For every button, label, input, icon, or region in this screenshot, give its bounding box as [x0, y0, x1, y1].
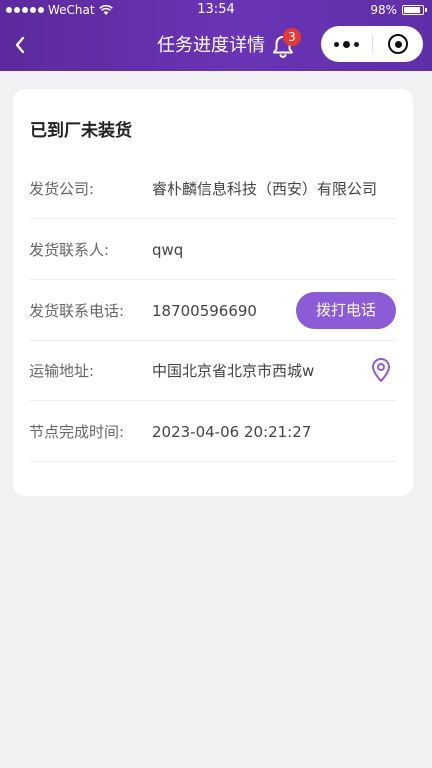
status-bar: WeChat 13:54 98%: [0, 0, 432, 20]
close-mini-program-button[interactable]: [373, 26, 423, 62]
mini-program-capsule: [321, 26, 423, 62]
transport-address-value: 中国北京省北京市西城w: [152, 362, 315, 380]
notification-badge: 3: [283, 28, 301, 46]
status-time: 13:54: [197, 2, 235, 17]
shipper-company-value: 睿朴麟信息科技（西安）有限公司: [152, 180, 378, 198]
shipper-company-label: 发货公司:: [29, 180, 95, 198]
top-header: WeChat 13:54 98% 任务进度详情 3: [0, 0, 432, 71]
node-complete-time-label: 节点完成时间:: [29, 423, 125, 441]
row-transport-address: 运输地址: 中国北京省北京市西城w: [29, 341, 396, 401]
more-dot: [354, 41, 359, 47]
back-button[interactable]: [6, 30, 34, 60]
row-node-complete-time: 节点完成时间: 2023-04-06 20:21:27: [29, 402, 396, 462]
chevron-left-icon: [15, 36, 25, 54]
more-button[interactable]: [321, 26, 372, 62]
call-phone-button[interactable]: 拨打电话: [296, 292, 396, 329]
nav-bar: 任务进度详情 3: [0, 22, 432, 68]
battery-icon: [402, 5, 427, 15]
more-dot: [343, 40, 350, 48]
row-shipper-phone: 发货联系电话: 18700596690 拨打电话: [29, 281, 396, 341]
task-detail-card: 已到厂未装货 发货公司: 睿朴麟信息科技（西安）有限公司 发货联系人: qwq …: [13, 89, 413, 496]
node-complete-time-value: 2023-04-06 20:21:27: [152, 423, 312, 441]
task-status-title: 已到厂未装货: [30, 121, 132, 141]
map-pin-icon[interactable]: [370, 357, 392, 383]
target-close-icon: [388, 34, 408, 54]
shipper-contact-value: qwq: [152, 241, 184, 259]
battery-percent: 98%: [370, 3, 397, 17]
status-right: 98%: [370, 0, 427, 20]
shipper-phone-value: 18700596690: [152, 302, 257, 320]
shipper-contact-label: 发货联系人:: [29, 241, 110, 259]
page-title: 任务进度详情: [157, 35, 265, 56]
transport-address-label: 运输地址:: [29, 362, 95, 380]
row-shipper-company: 发货公司: 睿朴麟信息科技（西安）有限公司: [29, 159, 396, 219]
more-dot: [334, 41, 339, 47]
shipper-phone-label: 发货联系电话:: [29, 302, 125, 320]
row-shipper-contact: 发货联系人: qwq: [29, 220, 396, 280]
